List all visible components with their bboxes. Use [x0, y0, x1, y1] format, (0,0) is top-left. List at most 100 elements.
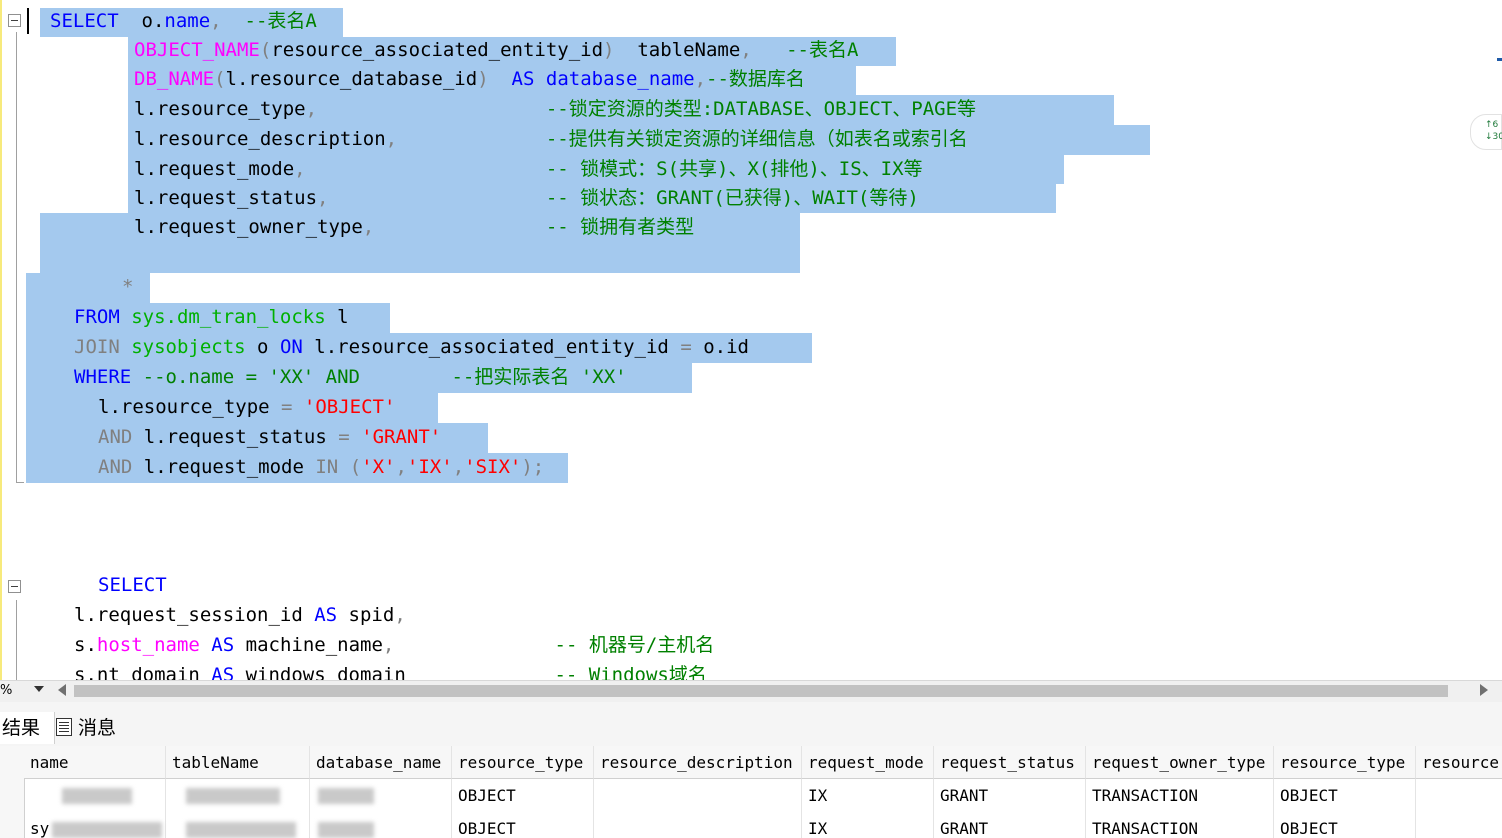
- code-token: ,: [395, 456, 407, 478]
- code-line[interactable]: OBJECT_NAME(resource_associated_entity_i…: [134, 36, 858, 65]
- grid-cell[interactable]: OBJECT: [1274, 779, 1416, 812]
- row-header[interactable]: [0, 812, 25, 838]
- grid-cell[interactable]: IX: [802, 779, 934, 812]
- code-token: ): [477, 68, 489, 90]
- code-token: l.request_session_id: [74, 604, 315, 626]
- collapse-query2-icon[interactable]: [8, 580, 21, 593]
- change-counter[interactable]: ↑6 ↓30: [1470, 114, 1502, 150]
- code-token: o: [245, 336, 280, 358]
- code-token: --表名A: [786, 39, 859, 61]
- code-line[interactable]: l.request_owner_type, -- 锁拥有者类型: [134, 213, 694, 242]
- column-header[interactable]: name: [24, 746, 166, 779]
- code-line[interactable]: l.resource_type, --锁定资源的类型:DATABASE、OBJE…: [134, 95, 976, 124]
- code-token: SELECT: [50, 10, 119, 32]
- grid-cell[interactable]: TRANSACTION: [1086, 779, 1274, 812]
- code-line[interactable]: SELECT o.name, --表名A: [50, 7, 317, 36]
- column-header[interactable]: request_mode: [802, 746, 934, 779]
- collapse-query1-icon[interactable]: [8, 14, 21, 27]
- redacted-cell: [318, 822, 374, 838]
- horizontal-scroll-thumb[interactable]: [74, 685, 1448, 697]
- code-token: 'GRANT': [349, 426, 442, 448]
- code-token: l.request_mode: [132, 456, 316, 478]
- grid-cell[interactable]: [594, 779, 802, 812]
- row-header[interactable]: [0, 779, 25, 812]
- column-header[interactable]: resource_type: [452, 746, 594, 779]
- chevron-down-icon[interactable]: [34, 686, 44, 692]
- code-line[interactable]: l.request_status, -- 锁状态：GRANT(已获得)、WAIT…: [134, 184, 919, 213]
- code-token: l.request_owner_type: [134, 216, 363, 238]
- code-token: OBJECT_NAME: [134, 39, 260, 61]
- column-header[interactable]: resource: [1416, 746, 1502, 779]
- grid-cell[interactable]: GRANT: [934, 812, 1086, 838]
- code-token: l.resource_type: [134, 98, 306, 120]
- column-header[interactable]: request_owner_type: [1086, 746, 1274, 779]
- code-line-select[interactable]: SELECT: [98, 571, 167, 600]
- grid-cell[interactable]: OBJECT: [452, 812, 594, 838]
- scroll-marker: [1497, 58, 1502, 61]
- code-line-from[interactable]: FROM sys.dm_tran_locks l: [74, 303, 349, 332]
- code-line[interactable]: DB_NAME(l.resource_database_id) AS datab…: [134, 65, 805, 94]
- scroll-right-icon[interactable]: [1480, 684, 1488, 696]
- column-header[interactable]: resource_type: [1274, 746, 1416, 779]
- code-token: l.resource_database_id: [225, 68, 478, 90]
- code-token: 'IX': [406, 456, 453, 478]
- grid-cell[interactable]: [1416, 812, 1502, 838]
- code-line-join[interactable]: JOIN sysobjects o ON l.resource_associat…: [74, 333, 749, 362]
- code-line[interactable]: l.request_mode, -- 锁模式：S(共享)、X(排他)、IS、IX…: [134, 155, 923, 184]
- outline-end: [16, 482, 24, 483]
- grid-cell[interactable]: [1416, 779, 1502, 812]
- code-token: ,: [385, 128, 398, 150]
- code-token: ,: [382, 634, 395, 656]
- column-header[interactable]: request_status: [934, 746, 1086, 779]
- sql-editor[interactable]: SELECT o.name, --表名A OBJECT_NAME(resourc…: [0, 0, 1502, 680]
- code-line[interactable]: s.host_name AS machine_name, -- 机器号/主机名: [74, 631, 714, 660]
- code-token: ,: [317, 187, 329, 209]
- results-grid[interactable]: name tableName database_name resource_type r…: [0, 746, 1502, 838]
- grid-cell[interactable]: GRANT: [934, 779, 1086, 812]
- code-token: AND: [98, 456, 133, 478]
- code-token: 'X': [361, 456, 396, 478]
- grid-cell[interactable]: IX: [802, 812, 934, 838]
- code-token: spid: [337, 604, 395, 626]
- grid-cell[interactable]: OBJECT: [452, 779, 594, 812]
- column-header[interactable]: database_name: [310, 746, 452, 779]
- results-tabs: [0, 702, 1502, 747]
- code-token: -- 锁状态：GRANT(已获得)、WAIT(等待): [545, 187, 919, 209]
- code-line[interactable]: s.nt_domain AS windows_domain -- Windows…: [74, 661, 707, 680]
- code-token: =: [338, 426, 350, 448]
- code-token: ,: [210, 10, 222, 32]
- code-line-cond[interactable]: l.resource_type = 'OBJECT': [98, 393, 395, 422]
- code-line-cond[interactable]: AND l.request_status = 'GRANT': [98, 423, 441, 452]
- column-header[interactable]: resource_description: [594, 746, 802, 779]
- tab-results[interactable]: 结果: [0, 712, 55, 744]
- code-token: --数据库名: [706, 68, 805, 90]
- scroll-left-icon[interactable]: [58, 684, 66, 696]
- grid-cell[interactable]: [594, 812, 802, 838]
- messages-icon: [56, 718, 72, 736]
- code-line-cond[interactable]: AND l.request_mode IN ('X','IX','SIX');: [98, 453, 544, 482]
- code-token: ): [603, 39, 615, 61]
- code-line[interactable]: l.request_session_id AS spid,: [74, 601, 406, 630]
- code-token: l.request_mode: [134, 158, 295, 180]
- code-line-where[interactable]: WHERE --o.name = 'XX' AND --把实际表名 'XX': [74, 363, 627, 392]
- column-header[interactable]: tableName: [166, 746, 310, 779]
- code-line[interactable]: l.resource_description, --提供有关锁定资源的详细信息（…: [134, 125, 968, 154]
- grid-cell[interactable]: OBJECT: [1274, 812, 1416, 838]
- grid-corner[interactable]: [0, 746, 25, 780]
- code-token: host_name: [96, 634, 200, 656]
- code-token: ,: [294, 158, 306, 180]
- code-token: (: [338, 456, 362, 478]
- select-star[interactable]: *: [122, 273, 133, 302]
- tab-messages[interactable]: 消息: [56, 712, 140, 744]
- grid-cell[interactable]: TRANSACTION: [1086, 812, 1274, 838]
- outline-bar-2: [16, 600, 17, 680]
- code-token: tableName: [614, 39, 741, 61]
- code-token: --表名A: [244, 10, 317, 32]
